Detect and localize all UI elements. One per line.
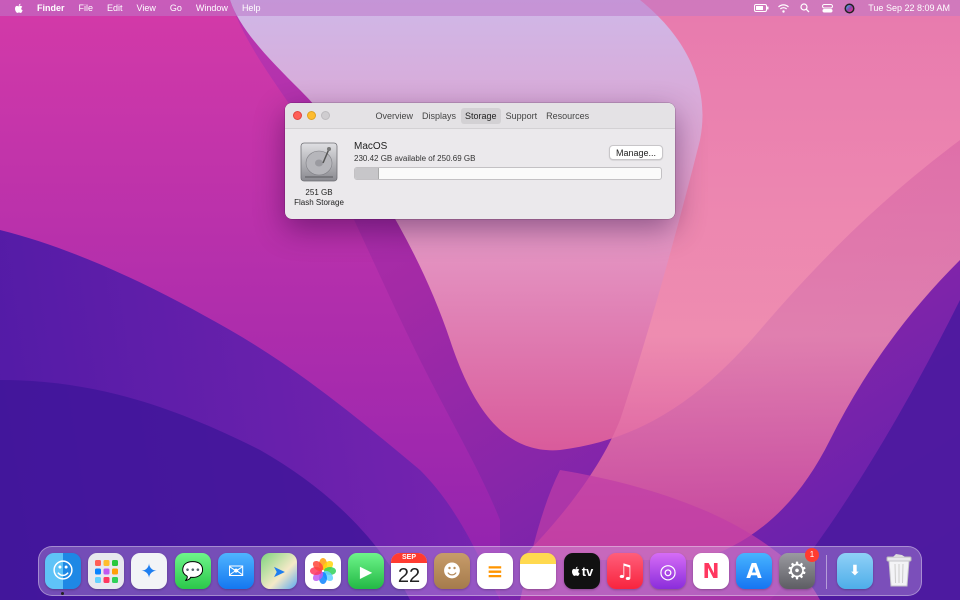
desktop-wallpaper [0,0,960,600]
volume-name: MacOS [354,141,388,152]
siri-icon[interactable] [838,0,860,16]
dock: ☺ ✦ 💬 ✉ ➤ ▶ SEP 22 ☻ ≡ tv ♫ ◎ N A ⚙ 1 ⬇ [38,546,922,596]
tab-bar: Overview Displays Storage Support Resour… [371,108,594,124]
music-icon[interactable]: ♫ [607,553,643,589]
control-center-icon[interactable] [816,0,838,16]
zoom-window-button[interactable] [321,111,330,120]
menu-go[interactable]: Go [163,0,189,16]
trash-icon[interactable] [881,553,917,589]
storage-usage-bar [354,167,662,180]
apple-menu-icon[interactable] [8,3,30,14]
volume-availability: 230.42 GB available of 250.69 GB [354,154,476,163]
search-icon[interactable] [794,0,816,16]
app-store-icon[interactable]: A [736,553,772,589]
maps-icon[interactable]: ➤ [261,553,297,589]
podcasts-icon[interactable]: ◎ [650,553,686,589]
tv-label: tv [581,563,594,579]
tab-resources[interactable]: Resources [542,108,593,124]
tab-storage[interactable]: Storage [461,108,501,124]
system-preferences-icon[interactable]: ⚙ 1 [779,548,819,589]
hard-drive-icon [300,142,338,182]
calendar-icon[interactable]: SEP 22 [391,553,427,589]
dock-separator [826,555,827,589]
menu-file[interactable]: File [72,0,101,16]
contacts-icon[interactable]: ☻ [434,553,470,589]
notes-icon[interactable] [520,553,556,589]
menu-view[interactable]: View [130,0,163,16]
menu-help[interactable]: Help [235,0,268,16]
disk-type-label: Flash Storage [294,198,344,207]
tab-overview[interactable]: Overview [372,108,418,124]
window-titlebar[interactable]: Overview Displays Storage Support Resour… [285,103,675,129]
menu-bar: Finder File Edit View Go Window Help Tue… [0,0,960,16]
safari-icon[interactable]: ✦ [131,553,167,589]
battery-icon[interactable] [750,0,772,16]
menu-app-name[interactable]: Finder [30,0,72,16]
finder-icon[interactable]: ☺ [45,553,81,589]
tab-support[interactable]: Support [502,108,542,124]
running-indicator [61,592,64,595]
photos-icon[interactable] [305,553,341,589]
reminders-icon[interactable]: ≡ [477,553,513,589]
mail-icon[interactable]: ✉ [218,553,254,589]
about-this-mac-window: Overview Displays Storage Support Resour… [285,103,675,219]
calendar-month-label: SEP [391,553,427,563]
menu-clock[interactable]: Tue Sep 22 8:09 AM [868,3,950,13]
tab-displays[interactable]: Displays [418,108,460,124]
minimize-window-button[interactable] [307,111,316,120]
wifi-icon[interactable] [772,0,794,16]
facetime-icon[interactable]: ▶ [348,553,384,589]
news-icon[interactable]: N [693,553,729,589]
disk-size-label: 251 GB [305,188,333,197]
menu-window[interactable]: Window [189,0,235,16]
calendar-day-label: 22 [397,565,421,587]
manage-button[interactable]: Manage... [609,145,663,160]
menu-edit[interactable]: Edit [100,0,130,16]
launchpad-icon[interactable] [88,553,124,589]
downloads-folder-icon[interactable]: ⬇ [837,553,873,589]
close-window-button[interactable] [293,111,302,120]
tv-icon[interactable]: tv [564,553,600,589]
messages-icon[interactable]: 💬 [175,553,211,589]
notification-badge: 1 [805,548,819,562]
storage-used-segment [355,168,380,179]
